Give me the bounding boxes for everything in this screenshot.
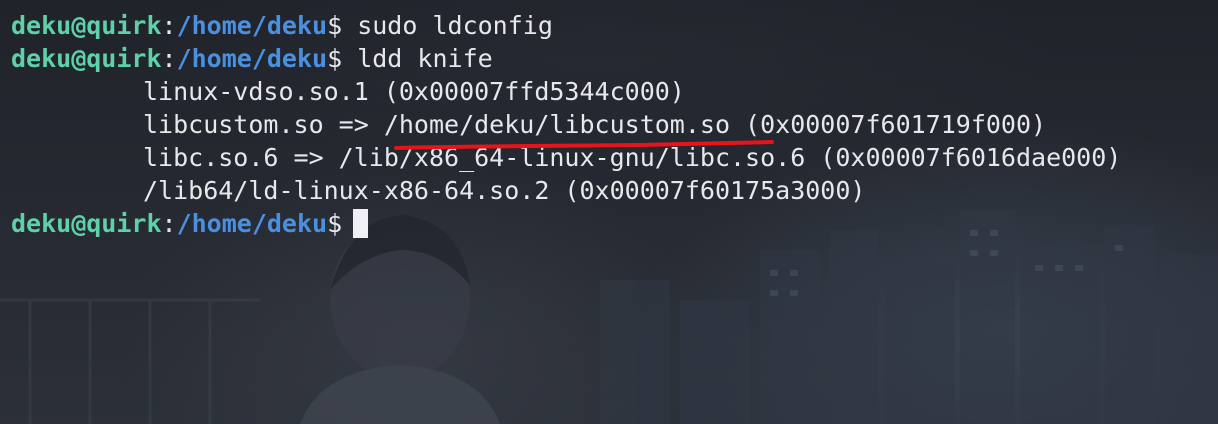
text-cursor <box>353 209 369 238</box>
wallpaper-railing <box>0 298 260 424</box>
terminal-window[interactable]: deku@quirk:/home/deku$ sudo ldconfig dek… <box>0 0 1218 424</box>
wallpaper-character <box>300 215 500 424</box>
output-text: /lib64/ld-linux-x86-64.so.2 (0x00007f601… <box>143 176 866 205</box>
prompt-char: $ <box>327 209 343 238</box>
output-line-libc: libc.so.6 => /lib/x86_64-linux-gnu/libc.… <box>11 141 1121 174</box>
output-text: libc.so.6 => /lib/x86_64-linux-gnu/libc.… <box>143 143 1122 172</box>
prompt-user: deku@quirk <box>11 209 162 238</box>
prompt-path: /home/deku <box>176 209 328 238</box>
current-prompt-line[interactable]: deku@quirk:/home/deku$ <box>11 207 1121 240</box>
prompt-path: /home/deku <box>176 44 328 73</box>
prompt-separator: : <box>161 11 177 40</box>
prompt-separator: : <box>161 209 177 238</box>
prompt-char: $ <box>327 11 343 40</box>
prompt-char: $ <box>327 44 343 73</box>
command-text: ldd knife <box>342 44 493 73</box>
prompt-path: /home/deku <box>176 11 328 40</box>
output-line-vdso: linux-vdso.so.1 (0x00007ffd5344c000) <box>11 75 1121 108</box>
output-line-libcustom: libcustom.so => /home/deku/libcustom.so … <box>11 108 1121 141</box>
prompt-separator: : <box>161 44 177 73</box>
output-text: libcustom.so => /home/deku/libcustom.so … <box>143 110 1047 139</box>
terminal-output: deku@quirk:/home/deku$ sudo ldconfig dek… <box>11 9 1121 240</box>
prompt-user: deku@quirk <box>11 44 162 73</box>
wallpaper-buildings <box>600 210 1218 424</box>
prompt-user: deku@quirk <box>11 11 162 40</box>
command-line-1: deku@quirk:/home/deku$ sudo ldconfig <box>11 9 1121 42</box>
command-text: sudo ldconfig <box>342 11 553 40</box>
command-line-2: deku@quirk:/home/deku$ ldd knife <box>11 42 1121 75</box>
output-line-ld-linux: /lib64/ld-linux-x86-64.so.2 (0x00007f601… <box>11 174 1121 207</box>
output-text: linux-vdso.so.1 (0x00007ffd5344c000) <box>143 77 685 106</box>
